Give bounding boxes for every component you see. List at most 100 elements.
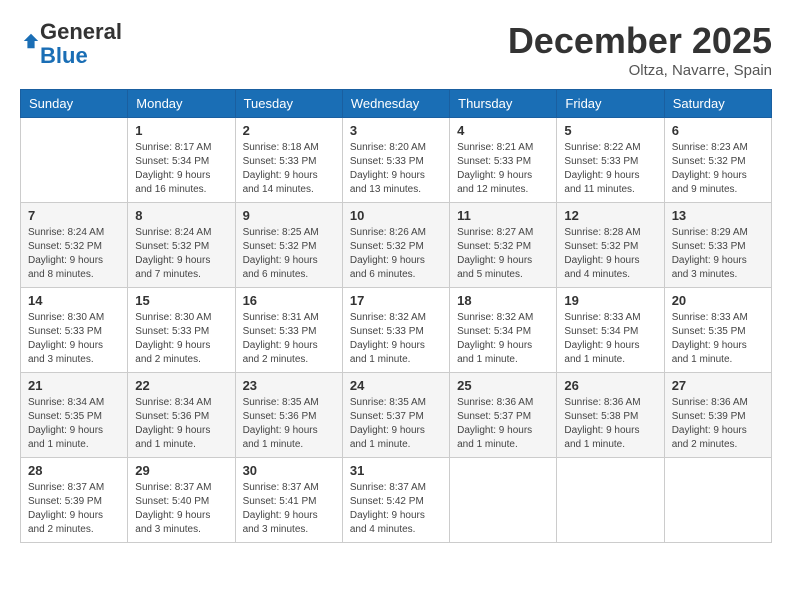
calendar-week-row: 7 Sunrise: 8:24 AM Sunset: 5:32 PM Daylig… — [21, 203, 772, 288]
day-info: Sunrise: 8:37 AM Sunset: 5:42 PM Dayligh… — [350, 481, 442, 537]
day-number: 14 — [28, 293, 120, 308]
calendar-week-row: 14 Sunrise: 8:30 AM Sunset: 5:33 PM Dayli… — [21, 288, 772, 373]
page-header: General Blue December 2025 Oltza, Navarr… — [20, 20, 772, 79]
calendar-cell: 15 Sunrise: 8:30 AM Sunset: 5:33 PM Dayli… — [128, 288, 235, 373]
weekday-header-monday: Monday — [128, 90, 235, 118]
day-info: Sunrise: 8:22 AM Sunset: 5:33 PM Dayligh… — [564, 141, 656, 197]
day-number: 3 — [350, 123, 442, 138]
calendar-cell: 1 Sunrise: 8:17 AM Sunset: 5:34 PM Daylig… — [128, 118, 235, 203]
day-info: Sunrise: 8:25 AM Sunset: 5:32 PM Dayligh… — [243, 226, 335, 282]
day-number: 17 — [350, 293, 442, 308]
day-info: Sunrise: 8:30 AM Sunset: 5:33 PM Dayligh… — [135, 311, 227, 367]
calendar-cell: 29Sunrise: 8:37 AM Sunset: 5:40 PM Dayli… — [128, 458, 235, 543]
day-info: Sunrise: 8:36 AM Sunset: 5:38 PM Dayligh… — [564, 396, 656, 452]
calendar-cell: 28Sunrise: 8:37 AM Sunset: 5:39 PM Dayli… — [21, 458, 128, 543]
day-number: 16 — [243, 293, 335, 308]
day-info: Sunrise: 8:17 AM Sunset: 5:34 PM Dayligh… — [135, 141, 227, 197]
calendar-cell: 8 Sunrise: 8:24 AM Sunset: 5:32 PM Daylig… — [128, 203, 235, 288]
day-number: 21 — [28, 378, 120, 393]
day-number: 31 — [350, 463, 442, 478]
day-info: Sunrise: 8:26 AM Sunset: 5:32 PM Dayligh… — [350, 226, 442, 282]
location-text: Oltza, Navarre, Spain — [508, 62, 772, 79]
day-info: Sunrise: 8:30 AM Sunset: 5:33 PM Dayligh… — [28, 311, 120, 367]
calendar-week-row: 1 Sunrise: 8:17 AM Sunset: 5:34 PM Daylig… — [21, 118, 772, 203]
day-info: Sunrise: 8:33 AM Sunset: 5:35 PM Dayligh… — [672, 311, 764, 367]
calendar-cell: 11 Sunrise: 8:27 AM Sunset: 5:32 PM Dayli… — [450, 203, 557, 288]
day-number: 18 — [457, 293, 549, 308]
day-info: Sunrise: 8:36 AM Sunset: 5:39 PM Dayligh… — [672, 396, 764, 452]
day-number: 6 — [672, 123, 764, 138]
day-number: 27 — [672, 378, 764, 393]
day-info: Sunrise: 8:37 AM Sunset: 5:40 PM Dayligh… — [135, 481, 227, 537]
calendar-cell: 25 Sunrise: 8:36 AM Sunset: 5:37 PM Dayli… — [450, 373, 557, 458]
weekday-header-friday: Friday — [557, 90, 664, 118]
day-number: 7 — [28, 208, 120, 223]
day-info: Sunrise: 8:37 AM Sunset: 5:41 PM Dayligh… — [243, 481, 335, 537]
calendar-cell: 4Sunrise: 8:21 AM Sunset: 5:33 PM Daylig… — [450, 118, 557, 203]
calendar-cell: 24 Sunrise: 8:35 AM Sunset: 5:37 PM Dayli… — [342, 373, 449, 458]
calendar-cell: 23 Sunrise: 8:35 AM Sunset: 5:36 PM Dayli… — [235, 373, 342, 458]
calendar-cell: 26 Sunrise: 8:36 AM Sunset: 5:38 PM Dayli… — [557, 373, 664, 458]
day-number: 10 — [350, 208, 442, 223]
day-info: Sunrise: 8:35 AM Sunset: 5:37 PM Dayligh… — [350, 396, 442, 452]
day-info: Sunrise: 8:33 AM Sunset: 5:34 PM Dayligh… — [564, 311, 656, 367]
calendar-cell: 30 Sunrise: 8:37 AM Sunset: 5:41 PM Dayli… — [235, 458, 342, 543]
day-info: Sunrise: 8:20 AM Sunset: 5:33 PM Dayligh… — [350, 141, 442, 197]
day-info: Sunrise: 8:34 AM Sunset: 5:35 PM Dayligh… — [28, 396, 120, 452]
calendar-cell: 21 Sunrise: 8:34 AM Sunset: 5:35 PM Dayli… — [21, 373, 128, 458]
day-number: 4 — [457, 123, 549, 138]
weekday-header-wednesday: Wednesday — [342, 90, 449, 118]
logo-general-text: General — [40, 19, 122, 44]
title-section: December 2025 Oltza, Navarre, Spain — [508, 20, 772, 79]
day-number: 19 — [564, 293, 656, 308]
day-number: 26 — [564, 378, 656, 393]
calendar-cell: 13 Sunrise: 8:29 AM Sunset: 5:33 PM Dayli… — [664, 203, 771, 288]
day-info: Sunrise: 8:27 AM Sunset: 5:32 PM Dayligh… — [457, 226, 549, 282]
day-info: Sunrise: 8:24 AM Sunset: 5:32 PM Dayligh… — [28, 226, 120, 282]
weekday-header-row: SundayMondayTuesdayWednesdayThursdayFrid… — [21, 90, 772, 118]
day-info: Sunrise: 8:32 AM Sunset: 5:34 PM Dayligh… — [457, 311, 549, 367]
day-number: 1 — [135, 123, 227, 138]
day-info: Sunrise: 8:23 AM Sunset: 5:32 PM Dayligh… — [672, 141, 764, 197]
day-number: 30 — [243, 463, 335, 478]
calendar-cell: 12Sunrise: 8:28 AM Sunset: 5:32 PM Dayli… — [557, 203, 664, 288]
calendar-cell: 5Sunrise: 8:22 AM Sunset: 5:33 PM Daylig… — [557, 118, 664, 203]
calendar-cell — [21, 118, 128, 203]
calendar-cell: 2 Sunrise: 8:18 AM Sunset: 5:33 PM Daylig… — [235, 118, 342, 203]
day-info: Sunrise: 8:36 AM Sunset: 5:37 PM Dayligh… — [457, 396, 549, 452]
day-info: Sunrise: 8:29 AM Sunset: 5:33 PM Dayligh… — [672, 226, 764, 282]
day-number: 24 — [350, 378, 442, 393]
logo-icon — [22, 32, 40, 50]
calendar-cell: 3 Sunrise: 8:20 AM Sunset: 5:33 PM Daylig… — [342, 118, 449, 203]
day-number: 25 — [457, 378, 549, 393]
calendar-week-row: 28Sunrise: 8:37 AM Sunset: 5:39 PM Dayli… — [21, 458, 772, 543]
day-number: 15 — [135, 293, 227, 308]
calendar-cell — [450, 458, 557, 543]
calendar-cell — [557, 458, 664, 543]
day-info: Sunrise: 8:34 AM Sunset: 5:36 PM Dayligh… — [135, 396, 227, 452]
calendar-cell: 7 Sunrise: 8:24 AM Sunset: 5:32 PM Daylig… — [21, 203, 128, 288]
weekday-header-sunday: Sunday — [21, 90, 128, 118]
day-number: 9 — [243, 208, 335, 223]
day-info: Sunrise: 8:24 AM Sunset: 5:32 PM Dayligh… — [135, 226, 227, 282]
calendar-cell: 14 Sunrise: 8:30 AM Sunset: 5:33 PM Dayli… — [21, 288, 128, 373]
day-number: 13 — [672, 208, 764, 223]
day-info: Sunrise: 8:35 AM Sunset: 5:36 PM Dayligh… — [243, 396, 335, 452]
day-number: 28 — [28, 463, 120, 478]
day-info: Sunrise: 8:31 AM Sunset: 5:33 PM Dayligh… — [243, 311, 335, 367]
weekday-header-tuesday: Tuesday — [235, 90, 342, 118]
calendar-cell: 19 Sunrise: 8:33 AM Sunset: 5:34 PM Dayli… — [557, 288, 664, 373]
calendar-cell: 27 Sunrise: 8:36 AM Sunset: 5:39 PM Dayli… — [664, 373, 771, 458]
day-number: 11 — [457, 208, 549, 223]
day-number: 12 — [564, 208, 656, 223]
day-number: 23 — [243, 378, 335, 393]
logo-blue-text: Blue — [40, 43, 88, 68]
weekday-header-thursday: Thursday — [450, 90, 557, 118]
day-info: Sunrise: 8:18 AM Sunset: 5:33 PM Dayligh… — [243, 141, 335, 197]
day-number: 8 — [135, 208, 227, 223]
calendar-cell: 6 Sunrise: 8:23 AM Sunset: 5:32 PM Daylig… — [664, 118, 771, 203]
day-number: 2 — [243, 123, 335, 138]
calendar-cell: 22Sunrise: 8:34 AM Sunset: 5:36 PM Dayli… — [128, 373, 235, 458]
day-info: Sunrise: 8:32 AM Sunset: 5:33 PM Dayligh… — [350, 311, 442, 367]
calendar-cell — [664, 458, 771, 543]
